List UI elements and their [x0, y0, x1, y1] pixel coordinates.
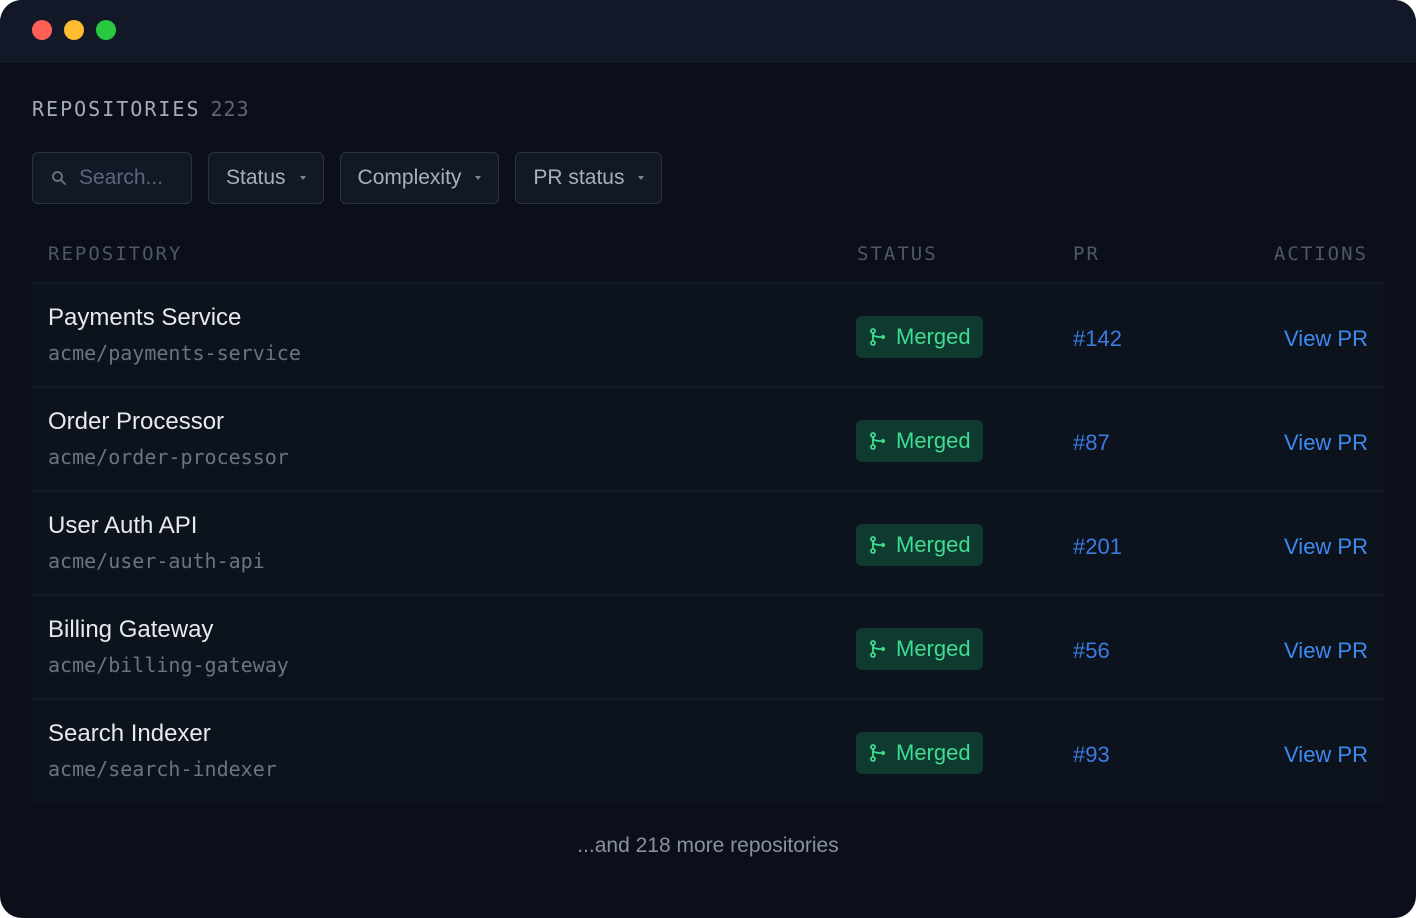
chevron-down-icon: [638, 176, 645, 180]
status-badge-label: Merged: [896, 532, 971, 557]
pr-status-filter-label: PR status: [533, 166, 625, 189]
app-window: REPOSITORIES 223 Search... Status Complex…: [0, 0, 1416, 918]
complexity-filter-dropdown[interactable]: Complexity: [339, 152, 500, 204]
table-row[interactable]: Order Processor acme/order-processor Mer…: [32, 386, 1384, 490]
pr-number-link[interactable]: #142: [1073, 326, 1122, 352]
status-badge: Merged: [856, 316, 983, 358]
more-repositories-text: ...and 218 more repositories: [577, 834, 839, 857]
view-pr-link[interactable]: View PR: [1284, 430, 1368, 456]
pr-number-link[interactable]: #56: [1073, 638, 1110, 664]
table-row[interactable]: Search Indexer acme/search-indexer Merge…: [32, 698, 1384, 802]
repository-table: Payments Service acme/payments-service M…: [32, 282, 1384, 802]
repo-path: acme/payments-service: [48, 341, 301, 365]
status-badge-label: Merged: [896, 740, 971, 765]
repository-count: 223: [210, 97, 250, 121]
search-icon: [52, 171, 66, 185]
filter-bar: Search... Status Complexity PR status: [32, 152, 663, 204]
repo-path: acme/search-indexer: [48, 757, 277, 781]
table-row[interactable]: Billing Gateway acme/billing-gateway Mer…: [32, 594, 1384, 698]
pr-number-link[interactable]: #201: [1073, 534, 1122, 560]
status-badge: Merged: [856, 420, 983, 462]
pr-number-link[interactable]: #87: [1073, 430, 1110, 456]
status-filter-dropdown[interactable]: Status: [208, 152, 324, 204]
repo-name: Billing Gateway: [48, 616, 214, 643]
maximize-window-button[interactable]: [96, 20, 116, 40]
git-merge-icon: [870, 432, 885, 450]
view-pr-link[interactable]: View PR: [1284, 638, 1368, 664]
view-pr-link[interactable]: View PR: [1284, 742, 1368, 768]
repo-name: Order Processor: [48, 408, 225, 435]
page-title: REPOSITORIES 223: [32, 97, 250, 121]
repo-path: acme/user-auth-api: [48, 549, 265, 573]
title-bar: [0, 0, 1416, 62]
repo-name: Search Indexer: [48, 720, 211, 747]
pr-number-link[interactable]: #93: [1073, 742, 1110, 768]
repo-path: acme/billing-gateway: [48, 653, 289, 677]
page-title-text: REPOSITORIES: [32, 97, 201, 121]
git-merge-icon: [870, 744, 885, 762]
status-filter-label: Status: [226, 166, 286, 189]
repo-name: Payments Service: [48, 304, 242, 331]
chevron-down-icon: [475, 176, 482, 180]
status-badge-label: Merged: [896, 324, 971, 349]
chevron-down-icon: [299, 176, 306, 180]
column-header-actions: ACTIONS: [1273, 243, 1368, 265]
column-header-status: STATUS: [857, 243, 938, 265]
column-header-pr: PR: [1073, 243, 1100, 265]
repo-path: acme/order-processor: [48, 445, 289, 469]
table-row[interactable]: User Auth API acme/user-auth-api Merged …: [32, 490, 1384, 594]
view-pr-link[interactable]: View PR: [1284, 326, 1368, 352]
git-merge-icon: [870, 328, 885, 346]
view-pr-link[interactable]: View PR: [1284, 534, 1368, 560]
column-header-repository: REPOSITORY: [48, 243, 183, 265]
status-badge: Merged: [856, 732, 983, 774]
repo-name: User Auth API: [48, 512, 198, 539]
status-badge: Merged: [856, 628, 983, 670]
git-merge-icon: [870, 536, 885, 554]
search-placeholder: Search...: [79, 166, 164, 189]
minimize-window-button[interactable]: [64, 20, 84, 40]
close-window-button[interactable]: [32, 20, 52, 40]
status-badge: Merged: [856, 524, 983, 566]
complexity-filter-label: Complexity: [357, 166, 462, 189]
status-badge-label: Merged: [896, 636, 971, 661]
status-badge-label: Merged: [896, 428, 971, 453]
search-input[interactable]: Search...: [32, 152, 192, 204]
table-row[interactable]: Payments Service acme/payments-service M…: [32, 282, 1384, 386]
pr-status-filter-dropdown[interactable]: PR status: [515, 152, 663, 204]
git-merge-icon: [870, 640, 885, 658]
